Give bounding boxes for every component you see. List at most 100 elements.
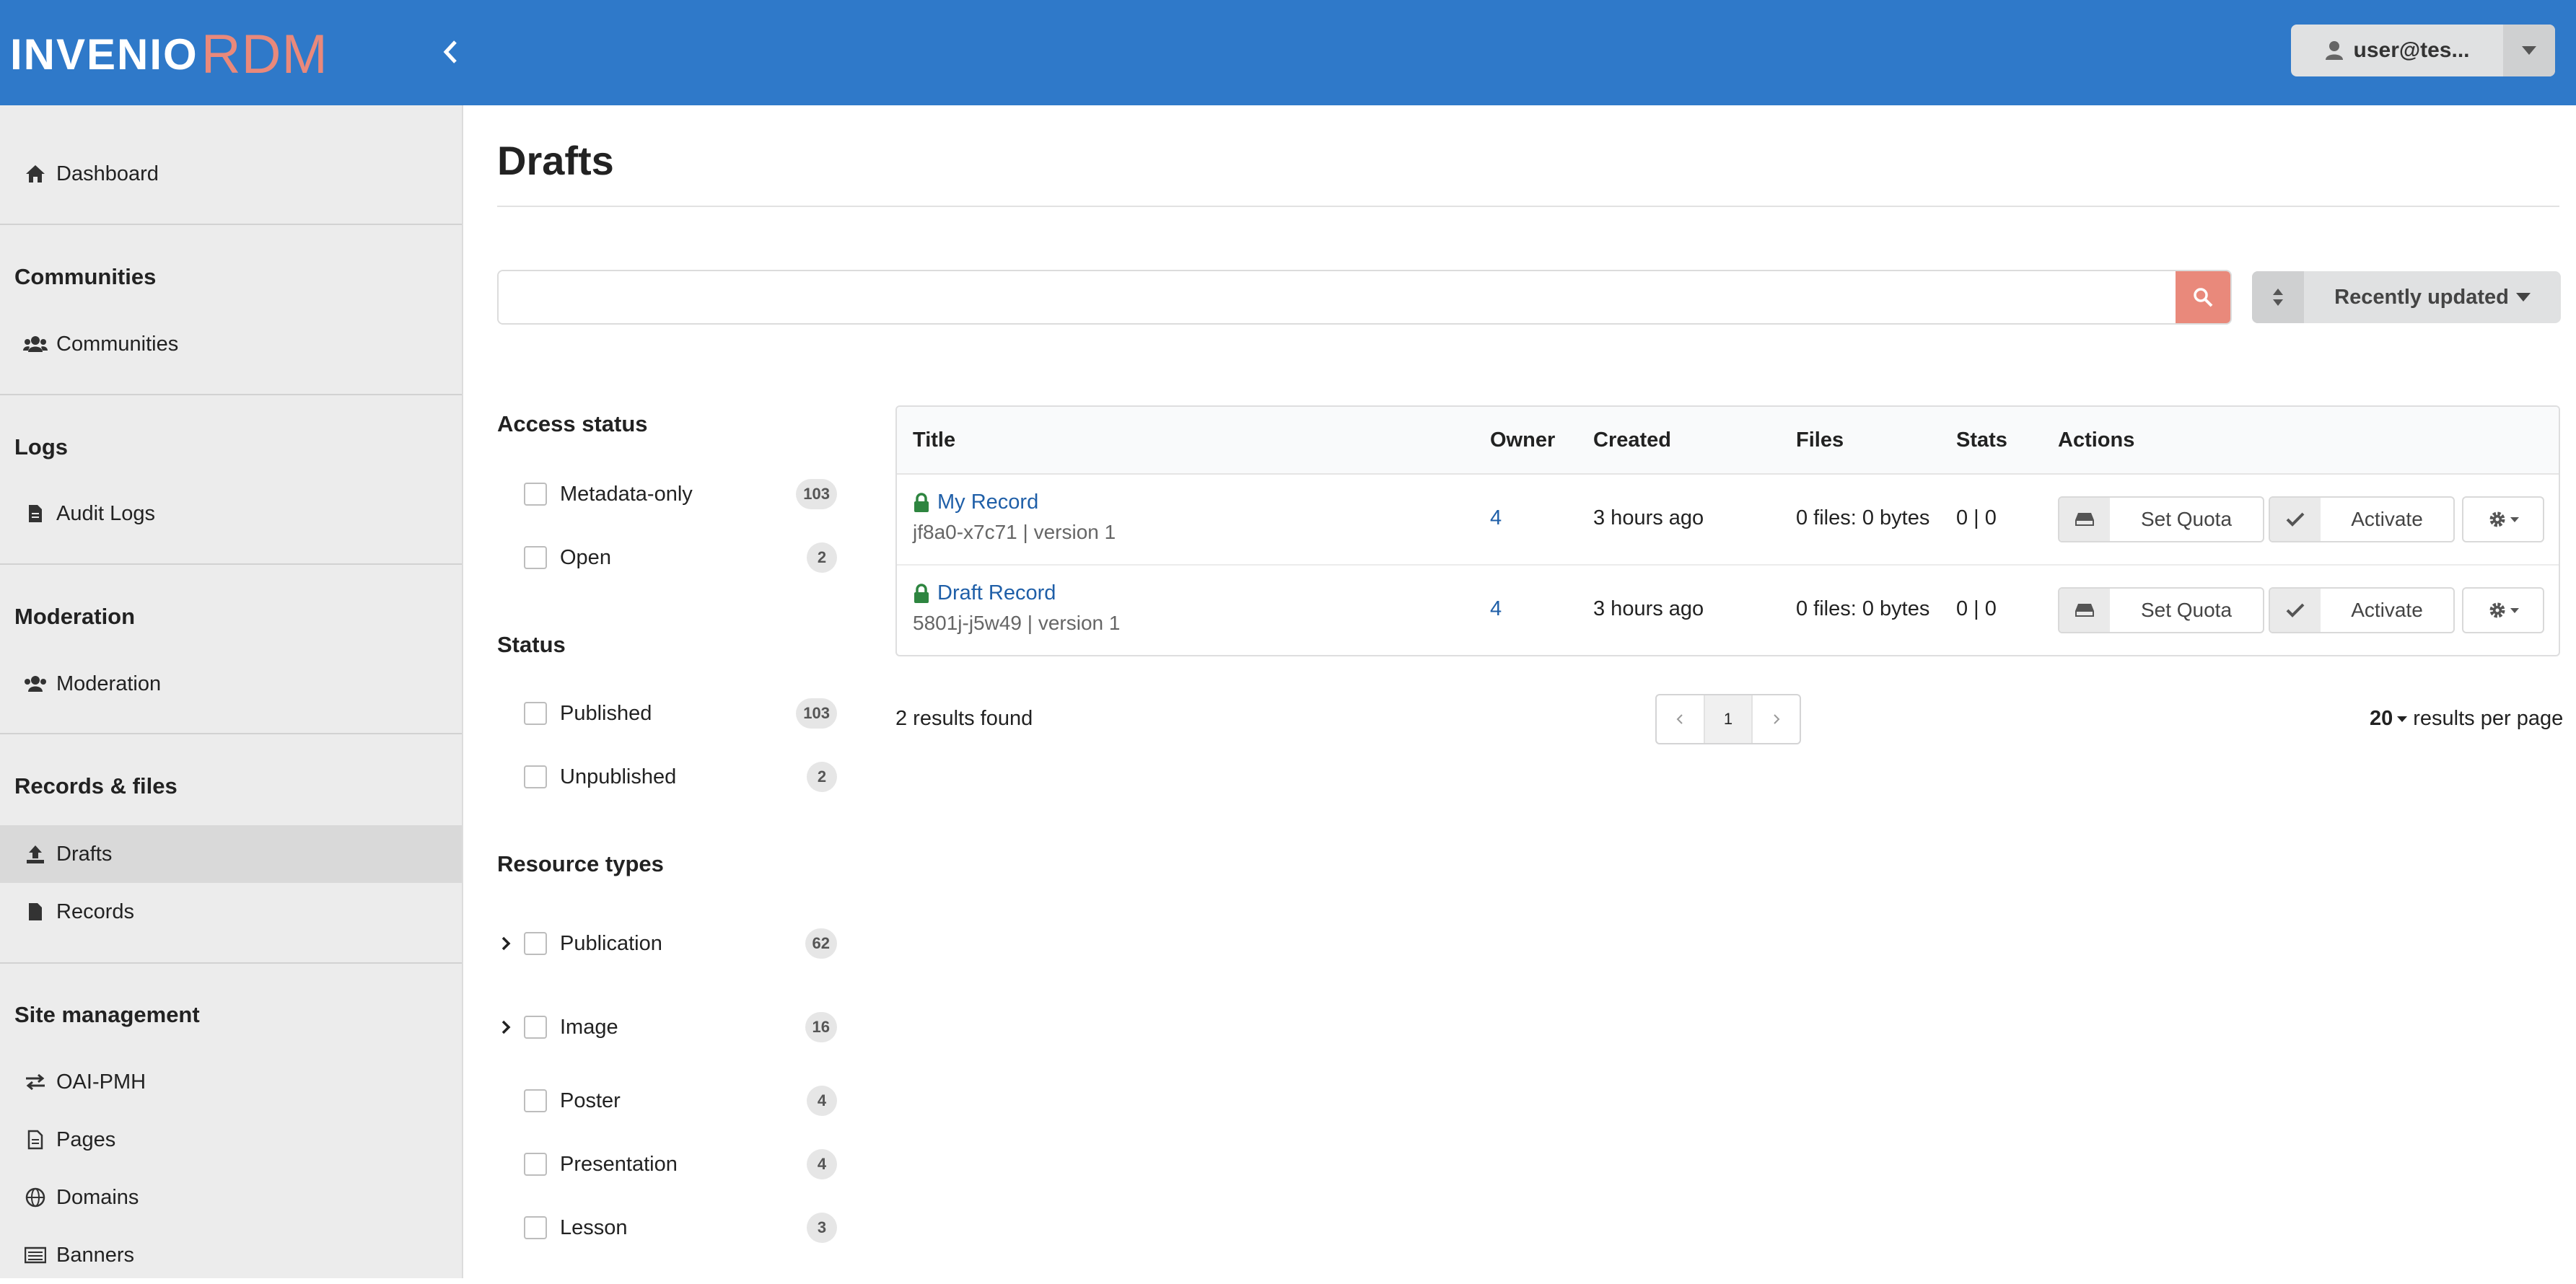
sort-icon <box>2273 289 2283 306</box>
facet-option-presentation[interactable]: Presentation 4 <box>498 1146 837 1182</box>
drafts-table: Title Owner Created Files Stats Actions … <box>895 405 2560 656</box>
sidebar-section-records-files: Records & files <box>14 773 178 799</box>
facet-option-publication[interactable]: Publication 62 <box>498 925 837 962</box>
sidebar-item-label: OAI-PMH <box>56 1070 146 1094</box>
sort-selected[interactable]: Recently updated <box>2304 271 2561 323</box>
invenio-rdm-logo[interactable]: INVENIO RDM <box>10 22 328 87</box>
hdd-icon <box>2059 589 2110 632</box>
activate-button[interactable]: Activate <box>2269 496 2455 542</box>
expand-chevron-right-icon[interactable] <box>498 1020 524 1034</box>
facet-count-badge: 103 <box>796 698 837 729</box>
sidebar-section-communities: Communities <box>14 264 157 289</box>
table-row: My Record jf8a0-x7c71 | version 1 4 3 ho… <box>897 475 2559 566</box>
facet-label: Unpublished <box>560 765 677 788</box>
pagination-page-current[interactable]: 1 <box>1703 695 1753 743</box>
facet-checkbox[interactable] <box>524 1089 547 1112</box>
owner-link[interactable]: 4 <box>1490 597 1502 621</box>
pagination-previous-button[interactable] <box>1657 695 1704 743</box>
sidebar-item-dashboard[interactable]: Dashboard <box>0 145 462 203</box>
facet-option-poster[interactable]: Poster 4 <box>498 1083 837 1119</box>
sort-dropdown[interactable]: Recently updated <box>2252 271 2561 323</box>
facet-checkbox[interactable] <box>524 702 547 725</box>
sort-order-toggle[interactable] <box>2252 271 2304 323</box>
column-header-stats[interactable]: Stats <box>1956 428 2007 452</box>
sidebar-item-banners[interactable]: Banners <box>0 1226 462 1284</box>
sidebar-item-oai-pmh[interactable]: OAI-PMH <box>0 1053 462 1111</box>
facet-count-badge: 3 <box>807 1213 837 1243</box>
user-icon <box>2325 41 2343 60</box>
facet-title-status: Status <box>497 632 566 657</box>
collapse-sidebar-button[interactable] <box>433 32 468 72</box>
column-header-files[interactable]: Files <box>1796 428 1844 452</box>
record-settings-dropdown[interactable] <box>2462 496 2544 542</box>
record-subtitle: jf8a0-x7c71 | version 1 <box>913 521 1116 543</box>
activate-button[interactable]: Activate <box>2269 587 2455 633</box>
results-per-page: 20 results per page <box>2370 707 2563 731</box>
column-header-created[interactable]: Created <box>1593 428 1671 452</box>
facet-label: Published <box>560 701 652 725</box>
search-icon <box>2194 288 2213 307</box>
record-title: Draft Record <box>937 581 1056 604</box>
stats-value: 0 | 0 <box>1956 506 1997 529</box>
caret-down-icon <box>2510 516 2519 522</box>
facet-option-open[interactable]: Open 2 <box>498 540 837 576</box>
title-divider <box>497 206 2559 207</box>
user-menu-dropdown-toggle[interactable] <box>2503 25 2555 76</box>
sidebar-item-records[interactable]: Records <box>0 883 462 941</box>
set-quota-button[interactable]: Set Quota <box>2058 587 2264 633</box>
search-button[interactable] <box>2176 271 2230 323</box>
facet-count-badge: 16 <box>805 1012 837 1042</box>
column-header-owner[interactable]: Owner <box>1490 428 1555 452</box>
facet-label: Poster <box>560 1089 621 1112</box>
sidebar-item-audit-logs[interactable]: Audit Logs <box>0 485 462 542</box>
sidebar-section-site-management: Site management <box>14 1002 200 1027</box>
user-email-label: user@tes... <box>2353 38 2470 62</box>
users-icon <box>23 672 48 696</box>
sidebar-item-communities[interactable]: Communities <box>0 315 462 373</box>
facet-option-lesson[interactable]: Lesson 3 <box>498 1210 837 1246</box>
record-title-link[interactable]: My Record <box>913 491 1038 514</box>
user-menu-button[interactable]: user@tes... <box>2291 25 2555 76</box>
column-header-title[interactable]: Title <box>913 428 955 452</box>
logo-main-text: INVENIO <box>10 30 198 79</box>
file-icon <box>23 900 48 924</box>
facet-checkbox[interactable] <box>524 483 547 506</box>
search-bar <box>497 270 2232 325</box>
user-menu-main[interactable]: user@tes... <box>2291 25 2503 76</box>
gear-icon <box>2489 602 2505 618</box>
users-icon <box>23 332 48 356</box>
sidebar-item-moderation[interactable]: Moderation <box>0 655 462 713</box>
facet-checkbox[interactable] <box>524 932 547 955</box>
per-page-label: results per page <box>2413 707 2564 730</box>
facet-option-published[interactable]: Published 103 <box>498 695 837 731</box>
record-title-link[interactable]: Draft Record <box>913 581 1056 605</box>
sidebar-item-label: Moderation <box>56 672 162 695</box>
per-page-value: 20 <box>2370 707 2393 730</box>
facet-checkbox[interactable] <box>524 1153 547 1176</box>
search-input[interactable] <box>499 271 2176 323</box>
facet-option-metadata-only[interactable]: Metadata-only 103 <box>498 476 837 512</box>
sidebar-divider <box>0 563 462 565</box>
pagination-next-button[interactable] <box>1753 695 1800 743</box>
activate-label: Activate <box>2351 508 2423 530</box>
table-header: Title Owner Created Files Stats Actions <box>897 407 2559 475</box>
facet-checkbox[interactable] <box>524 1216 547 1239</box>
sidebar-item-domains[interactable]: Domains <box>0 1169 462 1226</box>
owner-link[interactable]: 4 <box>1490 506 1502 530</box>
expand-chevron-right-icon[interactable] <box>498 936 524 951</box>
per-page-dropdown[interactable]: 20 <box>2370 707 2408 731</box>
facet-checkbox[interactable] <box>524 765 547 788</box>
upload-icon <box>23 842 48 866</box>
facet-checkbox[interactable] <box>524 546 547 569</box>
set-quota-button[interactable]: Set Quota <box>2058 496 2264 542</box>
sidebar-item-label: Records <box>56 900 134 923</box>
page-title: Drafts <box>497 138 614 183</box>
table-row: Draft Record 5801j-j5w49 | version 1 4 3… <box>897 566 2559 655</box>
facet-option-unpublished[interactable]: Unpublished 2 <box>498 759 837 795</box>
sidebar-item-pages[interactable]: Pages <box>0 1111 462 1169</box>
facet-checkbox[interactable] <box>524 1016 547 1039</box>
sidebar-item-label: Communities <box>56 332 179 356</box>
record-settings-dropdown[interactable] <box>2462 587 2544 633</box>
facet-option-image[interactable]: Image 16 <box>498 1009 837 1045</box>
sidebar-item-drafts[interactable]: Drafts <box>0 825 462 883</box>
